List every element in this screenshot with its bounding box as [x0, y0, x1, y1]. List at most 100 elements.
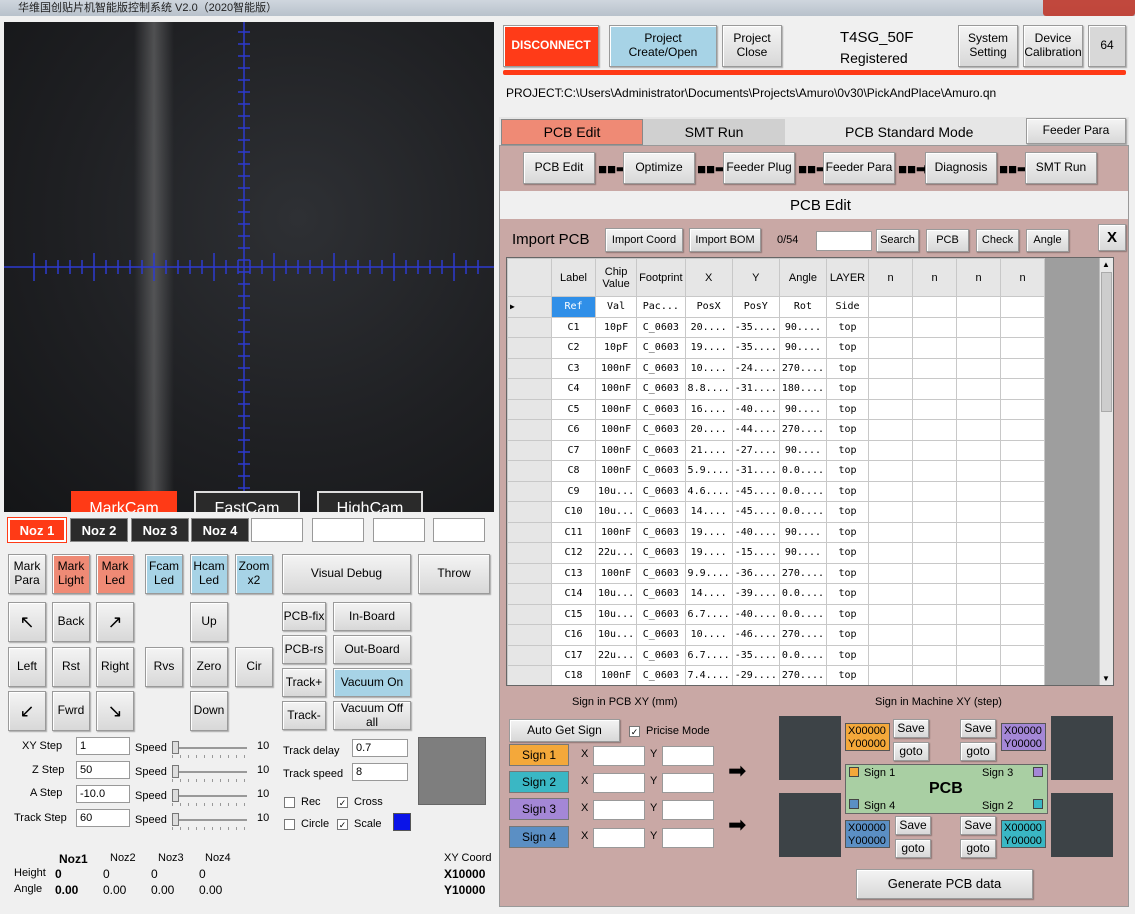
- table-cell[interactable]: C7: [551, 439, 596, 461]
- table-cell[interactable]: 90....: [778, 316, 828, 338]
- table-cell[interactable]: [868, 316, 914, 338]
- row-selector[interactable]: [507, 480, 552, 502]
- table-cell[interactable]: [868, 439, 914, 461]
- table-cell[interactable]: -40....: [731, 603, 780, 625]
- tab-markcam[interactable]: MarkCam: [71, 491, 177, 512]
- table-cell[interactable]: C_0603: [636, 542, 686, 564]
- import-bom-button[interactable]: Import BOM: [689, 228, 761, 252]
- row-selector[interactable]: ▶: [507, 296, 552, 318]
- table-cell[interactable]: [956, 419, 1002, 441]
- table-cell[interactable]: 0.0....: [778, 460, 828, 482]
- table-cell[interactable]: 270....: [778, 624, 828, 646]
- table-cell[interactable]: [956, 357, 1002, 379]
- generate-pcb-data-button[interactable]: Generate PCB data: [856, 869, 1033, 899]
- row-selector[interactable]: [507, 665, 552, 685]
- table-cell[interactable]: 10u...: [594, 480, 638, 502]
- mark-light-button[interactable]: Mark Light: [52, 554, 90, 594]
- scrollbar-down-arrow[interactable]: ▼: [1102, 674, 1110, 683]
- table-cell[interactable]: 10....: [684, 624, 733, 646]
- table-cell[interactable]: [868, 337, 914, 359]
- table-cell[interactable]: C13: [551, 562, 596, 584]
- table-row[interactable]: ▶ Ref Val Pac... PosX PosY Rot Side: [507, 296, 1046, 318]
- table-cell[interactable]: [956, 624, 1002, 646]
- nozzle-1-tab[interactable]: Noz 1: [7, 517, 67, 543]
- row-selector[interactable]: [507, 337, 552, 359]
- table-cell[interactable]: [912, 624, 958, 646]
- table-cell[interactable]: [1000, 583, 1046, 605]
- jog-back-button[interactable]: Back: [52, 602, 90, 642]
- sign-1-save-button[interactable]: Save: [893, 719, 929, 738]
- throw-button[interactable]: Throw: [418, 554, 490, 594]
- table-vertical-scrollbar[interactable]: ▲ ▼: [1099, 258, 1113, 685]
- table-cell[interactable]: C6: [551, 419, 596, 441]
- column-header[interactable]: LAYER: [826, 258, 870, 297]
- import-coord-button[interactable]: Import Coord: [605, 228, 683, 252]
- table-cell[interactable]: [868, 665, 914, 685]
- table-row[interactable]: C6 100nF C_0603 20.... -44.... 270.... top: [507, 419, 1046, 441]
- row-selector[interactable]: [507, 624, 552, 646]
- table-cell[interactable]: [868, 398, 914, 420]
- flow-feeder-plug-button[interactable]: Feeder Plug: [723, 152, 795, 184]
- table-cell[interactable]: [956, 562, 1002, 584]
- table-cell[interactable]: [912, 665, 958, 685]
- table-cell[interactable]: Rot: [778, 296, 828, 318]
- zoom-x2-button[interactable]: Zoom x2: [235, 554, 273, 594]
- angle-button[interactable]: Angle: [1026, 229, 1069, 252]
- nozzle-4-tab[interactable]: Noz 4: [191, 518, 249, 542]
- table-cell[interactable]: 10....: [684, 357, 733, 379]
- table-cell[interactable]: 14....: [684, 583, 733, 605]
- table-cell[interactable]: -36....: [731, 562, 780, 584]
- table-cell[interactable]: [956, 542, 1002, 564]
- table-cell[interactable]: 0.0....: [778, 644, 828, 666]
- pcb-rs-button[interactable]: PCB-rs: [282, 635, 326, 664]
- row-selector[interactable]: [507, 357, 552, 379]
- table-cell[interactable]: 19....: [684, 521, 733, 543]
- table-cell[interactable]: [1000, 316, 1046, 338]
- table-cell[interactable]: C_0603: [636, 521, 686, 543]
- vacuum-on-button[interactable]: Vacuum On: [333, 668, 411, 697]
- table-cell[interactable]: [868, 521, 914, 543]
- table-cell[interactable]: C18: [551, 665, 596, 685]
- column-header[interactable]: Chip Value: [594, 258, 638, 297]
- table-cell[interactable]: 90....: [778, 439, 828, 461]
- row-selector[interactable]: [507, 398, 552, 420]
- table-cell[interactable]: Val: [594, 296, 638, 318]
- jog-left-button[interactable]: Left: [8, 647, 46, 687]
- in-board-button[interactable]: In-Board: [333, 602, 411, 631]
- table-cell[interactable]: C5: [551, 398, 596, 420]
- vacuum-off-all-button[interactable]: Vacuum Off all: [333, 701, 411, 730]
- tab-fastcam[interactable]: FastCam: [194, 491, 300, 512]
- table-row[interactable]: C2 10pF C_0603 19.... -35.... 90.... top: [507, 337, 1046, 359]
- track-minus-button[interactable]: Track-: [282, 701, 326, 730]
- a-speed-slider[interactable]: [172, 788, 247, 806]
- table-cell[interactable]: 270....: [778, 665, 828, 685]
- table-cell[interactable]: Pac...: [636, 296, 686, 318]
- sign-3-goto-button[interactable]: goto: [960, 742, 996, 761]
- table-cell[interactable]: [868, 583, 914, 605]
- table-cell[interactable]: top: [826, 357, 870, 379]
- pcb-fix-button[interactable]: PCB-fix: [282, 602, 326, 631]
- table-cell[interactable]: -40....: [731, 398, 780, 420]
- table-cell[interactable]: Side: [826, 296, 870, 318]
- table-cell[interactable]: 270....: [778, 357, 828, 379]
- table-cell[interactable]: [912, 644, 958, 666]
- table-cell[interactable]: top: [826, 501, 870, 523]
- table-cell[interactable]: C11: [551, 521, 596, 543]
- table-row[interactable]: C1 10pF C_0603 20.... -35.... 90.... top: [507, 316, 1046, 338]
- flow-smt-run-button[interactable]: SMT Run: [1025, 152, 1097, 184]
- mark-para-button[interactable]: Mark Para: [8, 554, 46, 594]
- tab-smt-run[interactable]: SMT Run: [643, 119, 785, 145]
- table-cell[interactable]: 19....: [684, 337, 733, 359]
- column-header[interactable]: n: [912, 258, 958, 297]
- table-cell[interactable]: C3: [551, 357, 596, 379]
- table-cell[interactable]: 270....: [778, 562, 828, 584]
- table-cell[interactable]: 0.0....: [778, 480, 828, 502]
- table-row[interactable]: C15 10u... C_0603 6.7.... -40.... 0.0.... top: [507, 603, 1046, 625]
- table-cell[interactable]: 21....: [684, 439, 733, 461]
- table-cell[interactable]: top: [826, 460, 870, 482]
- table-cell[interactable]: [956, 665, 1002, 685]
- table-cell[interactable]: [956, 378, 1002, 400]
- table-cell[interactable]: [912, 378, 958, 400]
- track-speed-slider[interactable]: [172, 812, 247, 830]
- disconnect-button[interactable]: DISCONNECT: [503, 25, 599, 67]
